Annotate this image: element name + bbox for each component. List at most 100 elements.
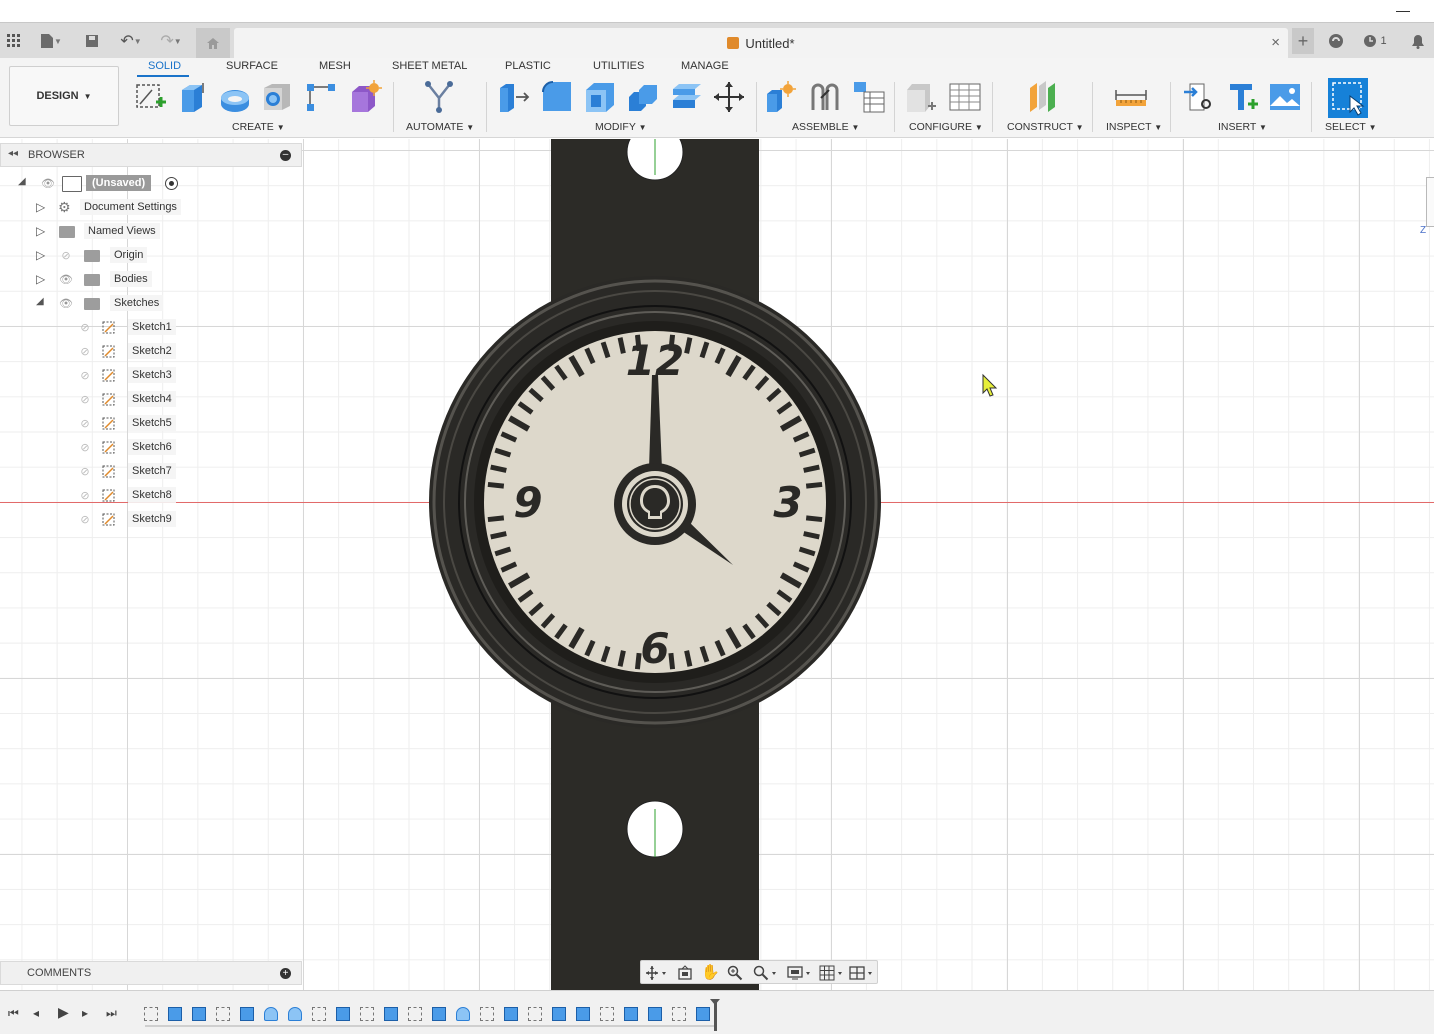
timeline-play-icon[interactable]: ▶: [58, 1004, 69, 1021]
view-cube[interactable]: [1426, 177, 1434, 227]
browser-item-bodies[interactable]: ▷ 👁 Bodies: [34, 270, 194, 290]
timeline-extrude-icon[interactable]: [168, 1007, 182, 1021]
timeline-marker[interactable]: [714, 1001, 717, 1031]
document-tab[interactable]: Untitled* ×: [234, 28, 1288, 59]
display-settings-icon[interactable]: [787, 965, 813, 981]
browser-item-document-settings[interactable]: ▷ ⚙ Document Settings: [34, 198, 194, 218]
timeline-extrude-icon[interactable]: [696, 1007, 710, 1021]
visibility-eye-icon[interactable]: 👁: [58, 273, 74, 286]
extrude-icon[interactable]: [176, 80, 210, 114]
tab-sheet-metal[interactable]: SHEET METAL: [392, 60, 467, 72]
group-automate[interactable]: AUTOMATE ▼: [406, 121, 474, 133]
timeline-revolve-icon[interactable]: [456, 1007, 470, 1021]
create-sketch-icon[interactable]: [134, 80, 168, 114]
timeline-extrude-icon[interactable]: [192, 1007, 206, 1021]
comments-panel[interactable]: COMMENTS +: [0, 961, 302, 985]
browser-item-sketch4[interactable]: ⊘ Sketch4: [74, 390, 184, 410]
browser-options-icon[interactable]: –: [280, 150, 291, 161]
collapse-triangle-icon[interactable]: ◢: [36, 296, 44, 307]
tab-surface[interactable]: SURFACE: [226, 60, 278, 72]
timeline-extrude-icon[interactable]: [552, 1007, 566, 1021]
timeline-previous-icon[interactable]: ◂: [33, 1006, 39, 1020]
grid-settings-icon[interactable]: [819, 965, 845, 981]
insert-canvas-icon[interactable]: [1268, 80, 1302, 114]
timeline-revolve-icon[interactable]: [264, 1007, 278, 1021]
workspace-switcher[interactable]: DESIGN ▼: [9, 66, 119, 126]
tab-plastic[interactable]: PLASTIC: [505, 60, 551, 72]
viewports-icon[interactable]: [849, 965, 875, 981]
visibility-hidden-icon[interactable]: ⊘: [77, 369, 93, 382]
tab-solid[interactable]: SOLID: [148, 60, 181, 72]
timeline-sketch-icon[interactable]: [408, 1007, 422, 1021]
offset-face-icon[interactable]: [670, 80, 704, 114]
orbit-icon[interactable]: [645, 965, 667, 981]
expand-triangle-icon[interactable]: ▷: [36, 200, 45, 214]
timeline-extrude-icon[interactable]: [648, 1007, 662, 1021]
timeline-sketch-icon[interactable]: [600, 1007, 614, 1021]
browser-item-sketch2[interactable]: ⊘ Sketch2: [74, 342, 184, 362]
timeline-first-icon[interactable]: ⏮: [8, 1006, 19, 1021]
browser-item-sketch7[interactable]: ⊘ Sketch7: [74, 462, 184, 482]
close-tab-button[interactable]: ×: [1271, 34, 1280, 51]
group-modify[interactable]: MODIFY ▼: [595, 121, 647, 133]
group-create[interactable]: CREATE ▼: [232, 121, 285, 133]
create-form-icon[interactable]: [348, 80, 382, 114]
zoom-icon[interactable]: [727, 965, 743, 981]
visibility-hidden-icon[interactable]: ⊘: [77, 417, 93, 430]
joint-icon[interactable]: [808, 80, 842, 114]
timeline-sketch-icon[interactable]: [216, 1007, 230, 1021]
timeline-sketch-icon[interactable]: [312, 1007, 326, 1021]
timeline-revolve-icon[interactable]: [288, 1007, 302, 1021]
grid-icon[interactable]: [4, 31, 24, 51]
press-pull-icon[interactable]: [496, 80, 530, 114]
activate-radio-icon[interactable]: [165, 177, 178, 190]
browser-root[interactable]: ◢ 👁 (Unsaved): [16, 174, 186, 194]
timeline-extrude-icon[interactable]: [504, 1007, 518, 1021]
combine-icon[interactable]: [626, 80, 660, 114]
group-insert[interactable]: INSERT ▼: [1218, 121, 1267, 133]
visibility-hidden-icon[interactable]: ⊘: [58, 249, 74, 262]
browser-item-sketch5[interactable]: ⊘ Sketch5: [74, 414, 184, 434]
browser-item-sketch8[interactable]: ⊘ Sketch8: [74, 486, 184, 506]
timeline-last-icon[interactable]: ⏭: [106, 1006, 117, 1021]
timeline-next-icon[interactable]: ▸: [82, 1006, 88, 1020]
bill-of-materials-icon[interactable]: [852, 80, 886, 114]
measure-icon[interactable]: [1114, 80, 1148, 114]
timeline-extrude-icon[interactable]: [624, 1007, 638, 1021]
timeline-sketch-icon[interactable]: [480, 1007, 494, 1021]
select-icon[interactable]: [1328, 78, 1368, 118]
collapse-browser-icon[interactable]: ◂◂: [8, 148, 18, 159]
timeline-extrude-icon[interactable]: [240, 1007, 254, 1021]
insert-derive-icon[interactable]: [1182, 80, 1216, 114]
home-icon[interactable]: [196, 28, 230, 59]
group-inspect[interactable]: INSPECT ▼: [1106, 121, 1162, 133]
expand-triangle-icon[interactable]: ▷: [36, 248, 45, 262]
shell-icon[interactable]: [583, 80, 617, 114]
visibility-hidden-icon[interactable]: ⊘: [77, 513, 93, 526]
timeline-extrude-icon[interactable]: [432, 1007, 446, 1021]
insert-mcmaster-icon[interactable]: [1226, 80, 1260, 114]
visibility-eye-icon[interactable]: 👁: [58, 297, 74, 310]
timeline-extrude-icon[interactable]: [336, 1007, 350, 1021]
job-status-icon[interactable]: 1: [1360, 31, 1390, 51]
move-icon[interactable]: [712, 80, 746, 114]
notifications-icon[interactable]: [1408, 31, 1428, 51]
fillet-icon[interactable]: [540, 80, 574, 114]
model-viewport[interactable]: 12 3 6 9 Z: [0, 139, 1434, 990]
pattern-icon[interactable]: [304, 80, 338, 114]
tab-mesh[interactable]: MESH: [319, 60, 351, 72]
timeline-sketch-icon[interactable]: [360, 1007, 374, 1021]
watch-model[interactable]: 12 3 6 9: [0, 139, 1434, 990]
collapse-triangle-icon[interactable]: ◢: [18, 176, 26, 187]
expand-triangle-icon[interactable]: ▷: [36, 224, 45, 238]
timeline-extrude-icon[interactable]: [576, 1007, 590, 1021]
visibility-hidden-icon[interactable]: ⊘: [77, 393, 93, 406]
new-tab-button[interactable]: +: [1292, 28, 1314, 54]
revolve-icon[interactable]: [218, 80, 252, 114]
browser-item-named-views[interactable]: ▷ Named Views: [34, 222, 194, 242]
visibility-hidden-icon[interactable]: ⊘: [77, 465, 93, 478]
timeline-sketch-icon[interactable]: [528, 1007, 542, 1021]
zoom-window-icon[interactable]: [753, 965, 779, 981]
minimize-button[interactable]: —: [1396, 2, 1410, 18]
timeline-extrude-icon[interactable]: [384, 1007, 398, 1021]
